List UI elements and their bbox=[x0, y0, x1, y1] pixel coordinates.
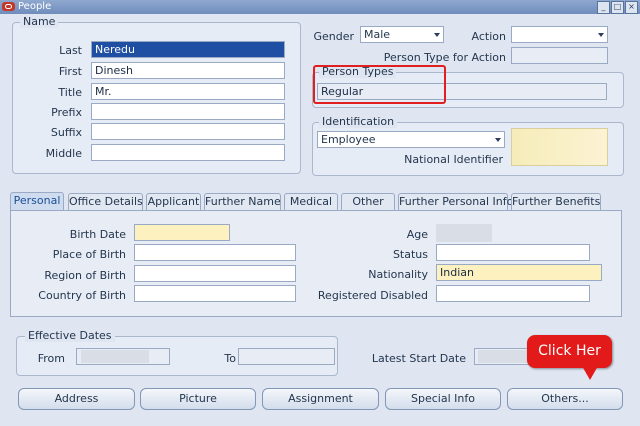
window-title: People bbox=[18, 1, 52, 12]
name-group-label: Name bbox=[20, 16, 59, 28]
oracle-logo-icon bbox=[2, 2, 15, 11]
latest-start-date-field[interactable] bbox=[474, 348, 534, 365]
chevron-down-icon bbox=[495, 138, 501, 142]
gender-value: Male bbox=[364, 28, 391, 41]
region-of-birth-label: Region of Birth bbox=[44, 269, 126, 282]
region-of-birth-field[interactable] bbox=[134, 265, 296, 282]
picture-button[interactable]: Picture bbox=[140, 388, 256, 410]
action-label: Action bbox=[471, 30, 506, 43]
others-button[interactable]: Others... bbox=[507, 388, 623, 410]
middle-field[interactable] bbox=[91, 144, 285, 161]
country-of-birth-label: Country of Birth bbox=[38, 289, 126, 302]
tab-further-benefits[interactable]: Further Benefits bbox=[511, 193, 601, 210]
tab-further-name[interactable]: Further Name bbox=[204, 193, 281, 210]
title-label: Title bbox=[58, 86, 82, 99]
gender-label: Gender bbox=[313, 30, 354, 43]
country-of-birth-field[interactable] bbox=[134, 285, 296, 302]
nationality-field[interactable]: Indian bbox=[436, 264, 602, 281]
highlight-box bbox=[313, 65, 446, 104]
tab-medical[interactable]: Medical bbox=[284, 193, 338, 210]
birth-date-field[interactable] bbox=[134, 224, 230, 241]
status-label: Status bbox=[392, 248, 428, 261]
registered-disabled-label: Registered Disabled bbox=[317, 289, 428, 302]
tab-further-personal-info[interactable]: Further Personal Info bbox=[398, 193, 513, 210]
tab-personal[interactable]: Personal bbox=[10, 192, 64, 211]
assignment-button[interactable]: Assignment bbox=[262, 388, 379, 410]
age-field[interactable] bbox=[436, 224, 492, 242]
first-name-value: Dinesh bbox=[95, 64, 133, 77]
from-date-value bbox=[81, 350, 149, 363]
effective-dates-label: Effective Dates bbox=[25, 330, 115, 342]
address-button[interactable]: Address bbox=[18, 388, 135, 410]
tab-other[interactable]: Other bbox=[341, 193, 395, 210]
identification-value: Employee bbox=[321, 133, 376, 146]
identification-select[interactable]: Employee bbox=[317, 131, 505, 148]
maximize-icon[interactable]: □ bbox=[611, 1, 624, 14]
callout-arrow-icon bbox=[582, 366, 598, 380]
latest-start-date-value bbox=[478, 350, 528, 363]
middle-label: Middle bbox=[45, 147, 82, 160]
gender-select[interactable]: Male bbox=[360, 26, 444, 43]
close-icon[interactable]: × bbox=[625, 1, 638, 14]
title-bar: People _ □ × bbox=[0, 0, 640, 14]
minimize-icon[interactable]: _ bbox=[597, 1, 610, 14]
suffix-field[interactable] bbox=[91, 123, 285, 140]
from-label: From bbox=[37, 352, 65, 365]
last-name-label: Last bbox=[59, 44, 82, 57]
nationality-label: Nationality bbox=[368, 268, 428, 281]
last-name-field[interactable]: Neredu bbox=[91, 41, 285, 58]
tab-applicant[interactable]: Applicant bbox=[146, 193, 201, 210]
national-identifier-field[interactable] bbox=[511, 128, 608, 166]
last-name-value: Neredu bbox=[95, 43, 135, 56]
status-field[interactable] bbox=[436, 244, 590, 261]
latest-start-date-label: Latest Start Date bbox=[371, 352, 466, 365]
registered-disabled-field[interactable] bbox=[436, 285, 590, 302]
special-info-button[interactable]: Special Info bbox=[385, 388, 501, 410]
first-name-field[interactable]: Dinesh bbox=[91, 62, 285, 79]
tab-office-details[interactable]: Office Details bbox=[68, 193, 143, 210]
to-date-field[interactable] bbox=[238, 348, 335, 365]
person-type-for-action-field[interactable] bbox=[511, 47, 608, 64]
place-of-birth-field[interactable] bbox=[134, 244, 296, 261]
suffix-label: Suffix bbox=[50, 126, 82, 139]
national-identifier-label: National Identifier bbox=[404, 153, 503, 166]
age-label: Age bbox=[406, 228, 428, 241]
chevron-down-icon bbox=[434, 33, 440, 37]
from-date-field[interactable] bbox=[76, 348, 170, 365]
place-of-birth-label: Place of Birth bbox=[52, 248, 126, 261]
person-type-for-action-label: Person Type for Action bbox=[383, 51, 506, 64]
title-value: Mr. bbox=[95, 85, 112, 98]
birth-date-label: Birth Date bbox=[69, 228, 126, 241]
chevron-down-icon bbox=[598, 33, 604, 37]
title-field[interactable]: Mr. bbox=[91, 83, 285, 100]
click-here-callout: Click Her bbox=[527, 335, 612, 368]
action-select[interactable] bbox=[511, 26, 608, 43]
prefix-label: Prefix bbox=[51, 106, 82, 119]
prefix-field[interactable] bbox=[91, 103, 285, 120]
nationality-value: Indian bbox=[440, 266, 474, 279]
to-label: To bbox=[224, 352, 236, 365]
first-name-label: First bbox=[58, 65, 82, 78]
identification-label: Identification bbox=[319, 116, 398, 128]
